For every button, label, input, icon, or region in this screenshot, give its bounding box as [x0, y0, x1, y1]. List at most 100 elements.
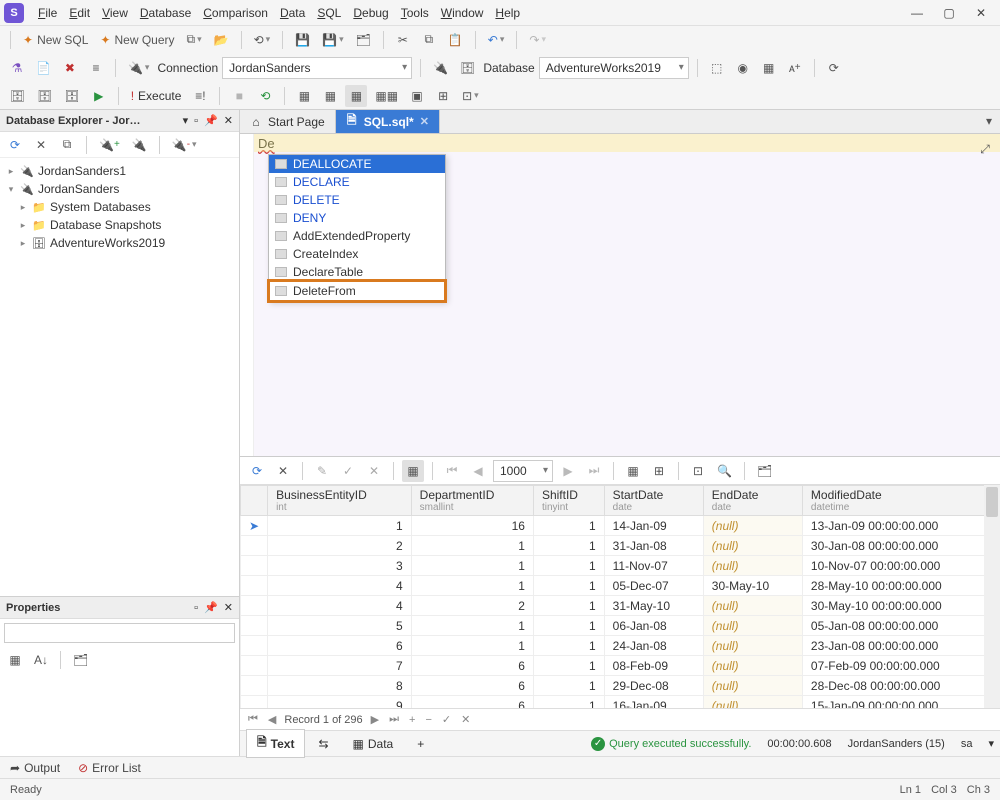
stop-button[interactable]: ■ — [228, 85, 250, 107]
cell[interactable]: 16 — [411, 516, 533, 536]
copy-button[interactable]: ⧉ — [418, 29, 440, 51]
ac-item[interactable]: DEALLOCATE — [269, 155, 445, 173]
cell[interactable]: 2 — [411, 596, 533, 616]
exec-icon-3[interactable]: 🗄 — [60, 85, 83, 107]
menu-edit[interactable]: Edit — [63, 3, 96, 23]
column-header[interactable]: StartDatedate — [604, 486, 703, 516]
cell[interactable]: (null) — [703, 516, 802, 536]
rec-last-button[interactable]: ⏭ — [387, 713, 401, 726]
prop-cat-button[interactable]: ▦ — [4, 649, 26, 671]
new-query-button[interactable]: ✦New Query — [96, 29, 178, 51]
grid-scrollbar[interactable] — [984, 485, 1000, 708]
ac-item[interactable]: DECLARE — [269, 173, 445, 191]
page-prev-button[interactable]: ◀ — [467, 460, 489, 482]
output-link[interactable]: ➦Output — [10, 761, 60, 775]
ac-item[interactable]: AddExtendedProperty — [269, 227, 445, 245]
disconnect-button[interactable]: 🔌 — [128, 134, 151, 156]
connect-button[interactable]: 🔌▾ — [124, 57, 153, 79]
new-conn-button[interactable]: 🔌+ — [95, 134, 124, 156]
view-tab-swap[interactable]: ⇆ — [307, 733, 339, 755]
table-row[interactable]: 86129-Dec-08(null)28-Dec-08 00:00:00.000 — [241, 676, 1000, 696]
table-row[interactable]: 42131-May-10(null)30-May-10 00:00:00.000 — [241, 596, 1000, 616]
page-last-button[interactable]: ⏭ — [583, 460, 605, 482]
table-row[interactable]: 76108-Feb-09(null)07-Feb-09 00:00:00.000 — [241, 656, 1000, 676]
results-edit-button[interactable]: ✎ — [311, 460, 333, 482]
cell[interactable]: 7 — [268, 656, 412, 676]
db-refresh-button[interactable]: 🔌 — [429, 57, 452, 79]
view-pivot-button[interactable]: ⊡ — [687, 460, 709, 482]
props-maximize-icon[interactable]: ▫ — [194, 602, 198, 614]
page-next-button[interactable]: ▶ — [557, 460, 579, 482]
cell[interactable]: (null) — [703, 616, 802, 636]
cell[interactable]: 13-Jan-09 00:00:00.000 — [802, 516, 999, 536]
error-list-link[interactable]: ⊘Error List — [78, 761, 141, 775]
cell[interactable]: 6 — [268, 636, 412, 656]
cell[interactable]: (null) — [703, 556, 802, 576]
new-sql-button[interactable]: ✦New SQL — [19, 29, 92, 51]
view-tab-add[interactable]: + — [406, 733, 435, 755]
view-card-button[interactable]: ⊞ — [648, 460, 670, 482]
rec-prev-button[interactable]: ◀ — [266, 713, 278, 726]
cell[interactable]: 1 — [533, 616, 604, 636]
cut-button[interactable]: ✂ — [392, 29, 414, 51]
cell[interactable]: 10-Nov-07 00:00:00.000 — [802, 556, 999, 576]
menu-tools[interactable]: Tools — [395, 3, 435, 23]
panel-pin-icon[interactable]: 📌 — [204, 114, 218, 127]
results-e[interactable]: ▣ — [406, 85, 428, 107]
open-recent-button[interactable]: ⧉▾ — [183, 29, 206, 51]
cell[interactable]: 28-Dec-08 00:00:00.000 — [802, 676, 999, 696]
table-row[interactable]: 21131-Jan-08(null)30-Jan-08 00:00:00.000 — [241, 536, 1000, 556]
results-grid-button[interactable]: ▦ — [402, 460, 424, 482]
paste-button[interactable]: 📋 — [444, 29, 467, 51]
ac-item[interactable]: DELETE — [269, 191, 445, 209]
page-size-combo[interactable]: 1000 — [493, 460, 553, 482]
cell[interactable]: 1 — [268, 516, 412, 536]
menu-file[interactable]: File — [32, 3, 63, 23]
cell[interactable]: 1 — [533, 656, 604, 676]
tool-a-button[interactable]: ⬚ — [706, 57, 728, 79]
cell[interactable]: 11-Nov-07 — [604, 556, 703, 576]
table-row[interactable]: 41105-Dec-0730-May-1028-May-10 00:00:00.… — [241, 576, 1000, 596]
script-button[interactable]: 📄 — [32, 57, 55, 79]
cell[interactable]: 29-Dec-08 — [604, 676, 703, 696]
view-grid-button[interactable]: ▦ — [622, 460, 644, 482]
cell[interactable]: 3 — [268, 556, 412, 576]
print-button[interactable]: 🗂 — [352, 29, 375, 51]
panel-close-icon[interactable]: ✕ — [224, 114, 233, 127]
cell[interactable]: 14-Jan-09 — [604, 516, 703, 536]
column-header[interactable]: DepartmentIDsmallint — [411, 486, 533, 516]
cell[interactable]: 1 — [411, 616, 533, 636]
exec-icon-2[interactable]: 🗄 — [33, 85, 56, 107]
tool-c-button[interactable]: ▦ — [758, 57, 780, 79]
cell[interactable]: 1 — [533, 696, 604, 709]
menu-comparison[interactable]: Comparison — [197, 3, 274, 23]
cell[interactable]: 16-Jan-09 — [604, 696, 703, 709]
prop-pages-button[interactable]: 🗂 — [69, 649, 92, 671]
results-grid[interactable]: BusinessEntityIDintDepartmentIDsmallintS… — [240, 485, 1000, 708]
menu-data[interactable]: Data — [274, 3, 311, 23]
cell[interactable]: 1 — [411, 536, 533, 556]
cell[interactable]: 05-Jan-08 00:00:00.000 — [802, 616, 999, 636]
cell[interactable]: 15-Jan-09 00:00:00.000 — [802, 696, 999, 709]
rec-next-button[interactable]: ▶ — [369, 713, 381, 726]
cell[interactable]: 31-May-10 — [604, 596, 703, 616]
prop-sort-button[interactable]: A↓ — [30, 649, 52, 671]
cell[interactable]: 4 — [268, 576, 412, 596]
tool-d-button[interactable]: ᴀ+ — [784, 57, 806, 79]
cell[interactable]: 4 — [268, 596, 412, 616]
panel-dropdown-icon[interactable]: ▾ — [183, 114, 189, 127]
cell[interactable]: (null) — [703, 536, 802, 556]
cell[interactable]: 6 — [411, 656, 533, 676]
exec-icon-1[interactable]: 🗄 — [6, 85, 29, 107]
close-button[interactable]: ✕ — [974, 6, 988, 20]
rec-cancel-button[interactable]: ✕ — [459, 713, 472, 726]
flask-icon[interactable]: ⚗ — [6, 57, 28, 79]
sql-editor[interactable]: De DEALLOCATEDECLAREDELETEDENYAddExtende… — [240, 134, 1000, 456]
cell[interactable]: 1 — [411, 636, 533, 656]
cell[interactable]: 1 — [533, 596, 604, 616]
view-tab-text[interactable]: 🗎Text — [246, 729, 305, 758]
column-header[interactable]: ModifiedDatedatetime — [802, 486, 999, 516]
cell[interactable]: 07-Feb-09 00:00:00.000 — [802, 656, 999, 676]
rec-first-button[interactable]: ⏮ — [246, 713, 260, 726]
cell[interactable]: 1 — [533, 576, 604, 596]
